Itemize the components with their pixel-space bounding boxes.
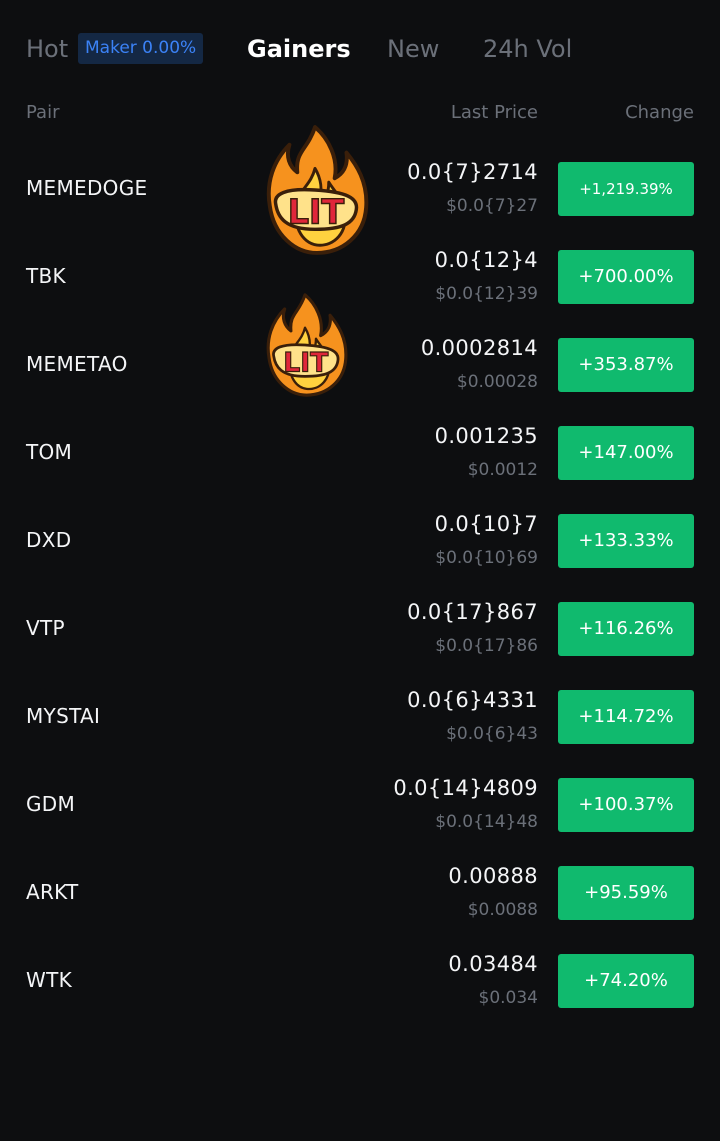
market-row[interactable]: MYSTAI 0.0{6}4331 $0.0{6}43 +114.72% <box>0 673 720 761</box>
last-price: 0.001235 <box>434 424 538 448</box>
pair-name: TBK <box>26 264 66 288</box>
market-list: MEMEDOGE LIT 0.0{7}2714 $0.0{7}27 +1,219.3… <box>0 125 720 1025</box>
pair-name: TOM <box>26 440 73 464</box>
list-header: Pair Last Price Change <box>0 98 720 128</box>
change-badge[interactable]: +353.87% <box>558 338 694 392</box>
fiat-price: $0.0{7}27 <box>446 196 538 216</box>
tab-24h-vol[interactable]: 24h Vol <box>483 31 572 67</box>
fiat-price: $0.0{12}39 <box>435 284 538 304</box>
change-badge[interactable]: +100.37% <box>558 778 694 832</box>
tab-gainers[interactable]: Gainers <box>247 31 351 67</box>
fiat-price: $0.0{10}69 <box>435 548 538 568</box>
fiat-price: $0.0{14}48 <box>435 812 538 832</box>
last-price: 0.0{17}867 <box>407 600 538 624</box>
change-badge[interactable]: +95.59% <box>558 866 694 920</box>
pair-name: MYSTAI <box>26 704 101 728</box>
header-last-price[interactable]: Last Price <box>451 102 538 123</box>
pair-name: MEMEDOGE <box>26 176 148 200</box>
market-row[interactable]: MEMETAO LIT 0.0002814 $0.00028 +353.87% <box>0 293 720 409</box>
maker-fee-badge: Maker 0.00% <box>78 33 204 64</box>
pair-name: VTP <box>26 616 65 640</box>
market-row[interactable]: VTP 0.0{17}867 $0.0{17}86 +116.26% <box>0 585 720 673</box>
change-badge[interactable]: +1,219.39% <box>558 162 694 216</box>
tab-new[interactable]: New <box>387 31 439 67</box>
tab-hot[interactable]: Hot <box>26 31 68 67</box>
change-badge[interactable]: +133.33% <box>558 514 694 568</box>
last-price: 0.0{14}4809 <box>393 776 538 800</box>
last-price: 0.0{6}4331 <box>407 688 538 712</box>
market-row[interactable]: ARKT 0.00888 $0.0088 +95.59% <box>0 849 720 937</box>
change-badge[interactable]: +147.00% <box>558 426 694 480</box>
change-badge[interactable]: +116.26% <box>558 602 694 656</box>
fiat-price: $0.00028 <box>456 372 538 392</box>
last-price: 0.0{10}7 <box>434 512 538 536</box>
market-row[interactable]: MEMEDOGE LIT 0.0{7}2714 $0.0{7}27 +1,219.3… <box>0 125 720 255</box>
last-price: 0.0{12}4 <box>434 248 538 272</box>
header-pair[interactable]: Pair <box>26 102 59 123</box>
market-row[interactable]: GDM 0.0{14}4809 $0.0{14}48 +100.37% <box>0 761 720 849</box>
market-row[interactable]: WTK 0.03484 $0.034 +74.20% <box>0 937 720 1025</box>
last-price: 0.0002814 <box>420 336 538 360</box>
change-badge[interactable]: +700.00% <box>558 250 694 304</box>
pair-name: GDM <box>26 792 76 816</box>
fiat-price: $0.034 <box>478 988 538 1008</box>
pair-name: DXD <box>26 528 72 552</box>
pair-name: MEMETAO <box>26 352 128 376</box>
sticker-text: LIT <box>288 192 345 231</box>
market-row[interactable]: DXD 0.0{10}7 $0.0{10}69 +133.33% <box>0 497 720 585</box>
fiat-price: $0.0{6}43 <box>446 724 538 744</box>
change-badge[interactable]: +114.72% <box>558 690 694 744</box>
last-price: 0.03484 <box>448 952 538 976</box>
fiat-price: $0.0012 <box>467 460 538 480</box>
fiat-price: $0.0088 <box>467 900 538 920</box>
sticker-text: LIT <box>283 348 329 379</box>
last-price: 0.00888 <box>448 864 538 888</box>
header-change[interactable]: Change <box>625 102 694 123</box>
change-badge[interactable]: +74.20% <box>558 954 694 1008</box>
pair-name: ARKT <box>26 880 79 904</box>
pair-name: WTK <box>26 968 73 992</box>
fiat-price: $0.0{17}86 <box>435 636 538 656</box>
last-price: 0.0{7}2714 <box>407 160 538 184</box>
market-row[interactable]: TOM 0.001235 $0.0012 +147.00% <box>0 409 720 497</box>
market-tabs: Hot Maker 0.00% Gainers New 24h Vol <box>0 0 720 98</box>
market-row[interactable]: TBK 0.0{12}4 $0.0{12}39 +700.00% <box>0 233 720 321</box>
